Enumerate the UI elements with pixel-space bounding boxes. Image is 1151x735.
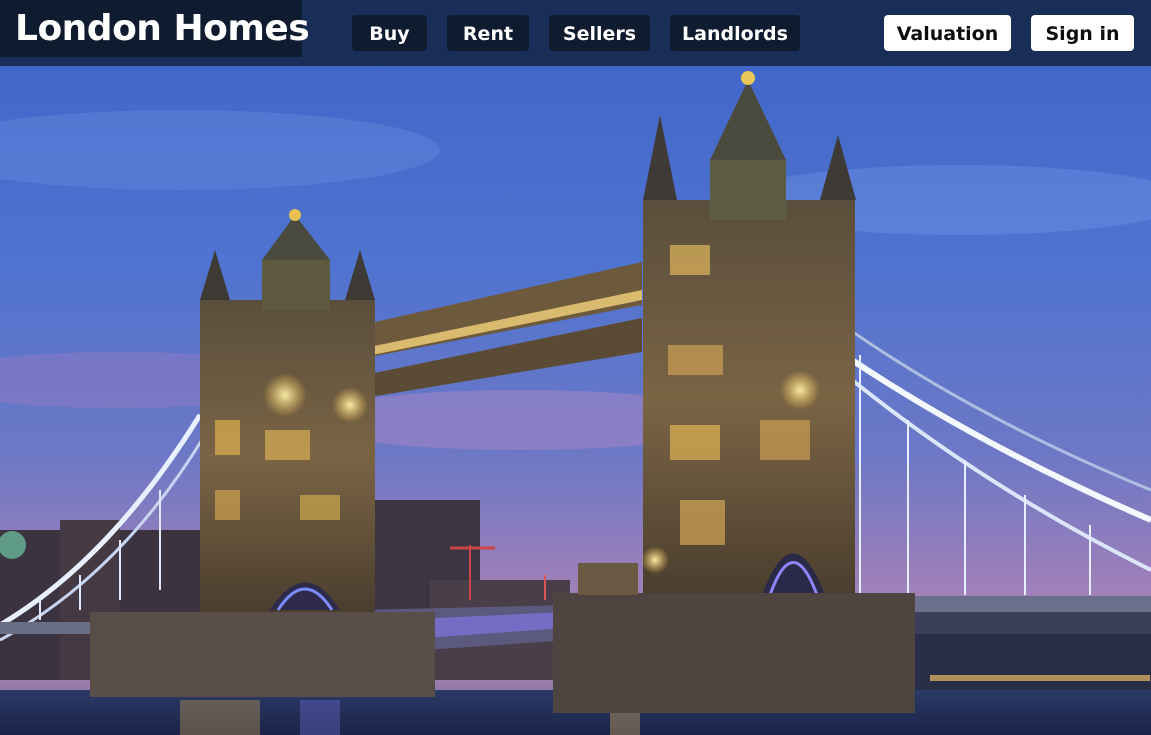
- valuation-button[interactable]: Valuation: [884, 15, 1011, 51]
- top-navigation-bar: London Homes Buy Rent Sellers Landlords …: [0, 0, 1151, 66]
- nav-sellers-button[interactable]: Sellers: [549, 15, 650, 51]
- brand-logo[interactable]: London Homes: [0, 0, 310, 57]
- nav-rent-button[interactable]: Rent: [447, 15, 529, 51]
- landing-page: London Homes Buy Rent Sellers Landlords …: [0, 0, 1151, 735]
- hero-image: [0, 0, 1151, 735]
- nav-landlords-button[interactable]: Landlords: [670, 15, 800, 51]
- sign-in-button[interactable]: Sign in: [1031, 15, 1134, 51]
- nav-buy-button[interactable]: Buy: [352, 15, 427, 51]
- tower-bridge-scene: [0, 0, 1151, 735]
